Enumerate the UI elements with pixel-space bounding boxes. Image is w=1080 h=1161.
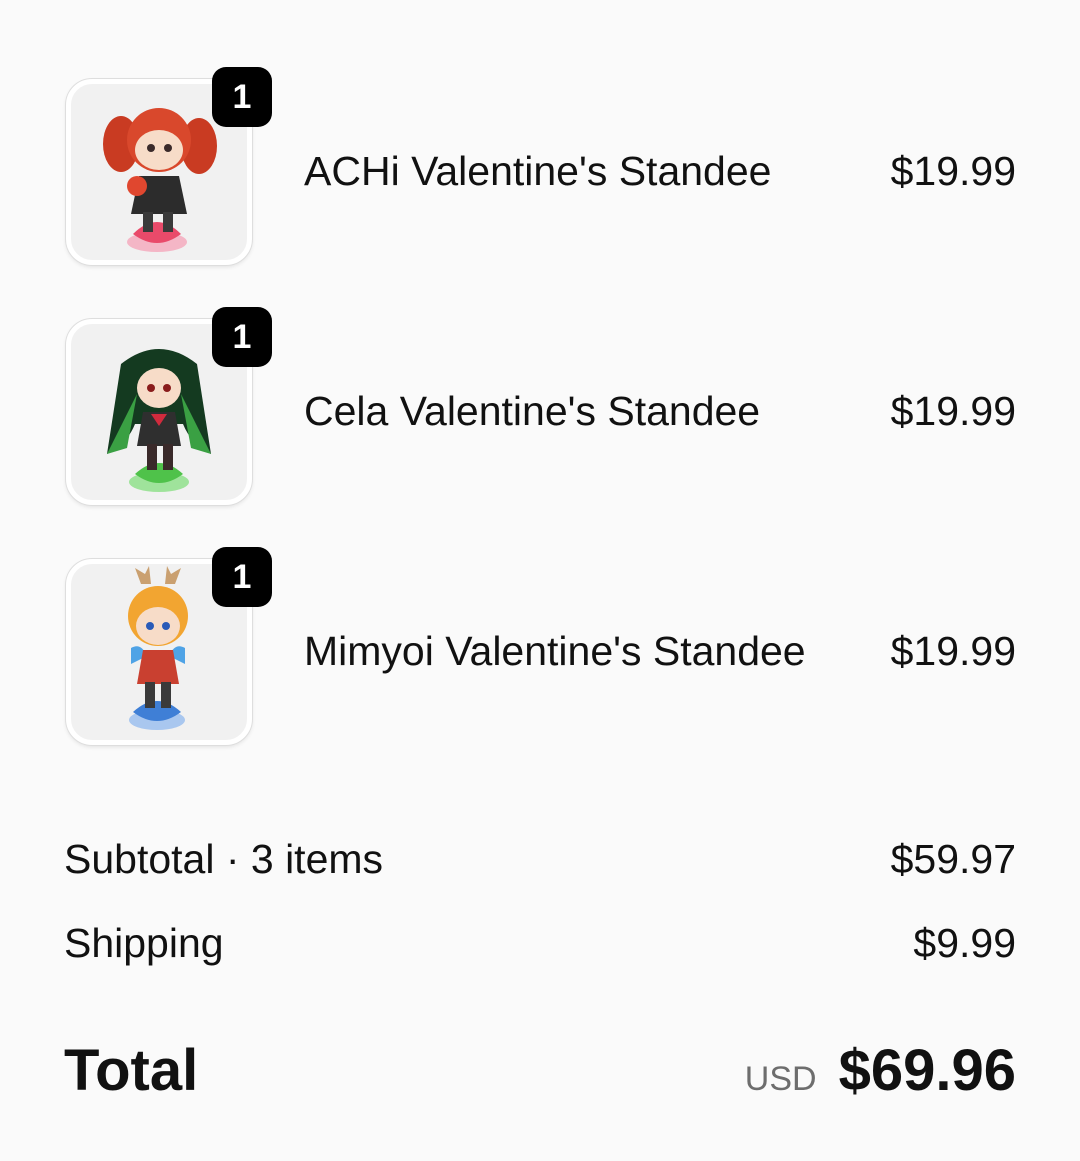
total-label: Total <box>64 1038 199 1103</box>
total-row: Total USD $69.96 <box>64 1036 1016 1106</box>
item-price: $19.99 <box>890 148 1016 194</box>
currency-code: USD <box>744 1060 817 1098</box>
cart-line-item: 1 ACHi Valentine's Standee $19.99 <box>64 63 1016 265</box>
subtotal-value: $59.97 <box>890 836 1016 882</box>
cart-line-item: 1 Mimyoi Valentine's Standee $19.99 <box>64 543 1016 745</box>
item-price: $19.99 <box>890 628 1016 674</box>
item-title: Cela Valentine's Standee <box>304 388 761 434</box>
subtotal-label: Subtotal · 3 items <box>64 836 384 882</box>
total-value: $69.96 <box>838 1038 1016 1103</box>
total-amount-group: USD $69.96 <box>745 1036 1016 1106</box>
cart-line-item: 1 Cela Valentine's Standee $19.99 <box>64 303 1016 505</box>
quantity-badge: 1 <box>212 67 272 127</box>
quantity-badge: 1 <box>212 547 272 607</box>
item-title: Mimyoi Valentine's Standee <box>304 628 806 674</box>
item-price: $19.99 <box>890 388 1016 434</box>
shipping-row: Shipping $9.99 <box>64 918 1016 968</box>
shipping-label: Shipping <box>64 920 224 966</box>
item-title: ACHi Valentine's Standee <box>304 148 772 194</box>
quantity-badge: 1 <box>212 307 272 367</box>
shipping-value: $9.99 <box>913 920 1016 966</box>
subtotal-row: Subtotal · 3 items $59.97 <box>64 834 1016 884</box>
